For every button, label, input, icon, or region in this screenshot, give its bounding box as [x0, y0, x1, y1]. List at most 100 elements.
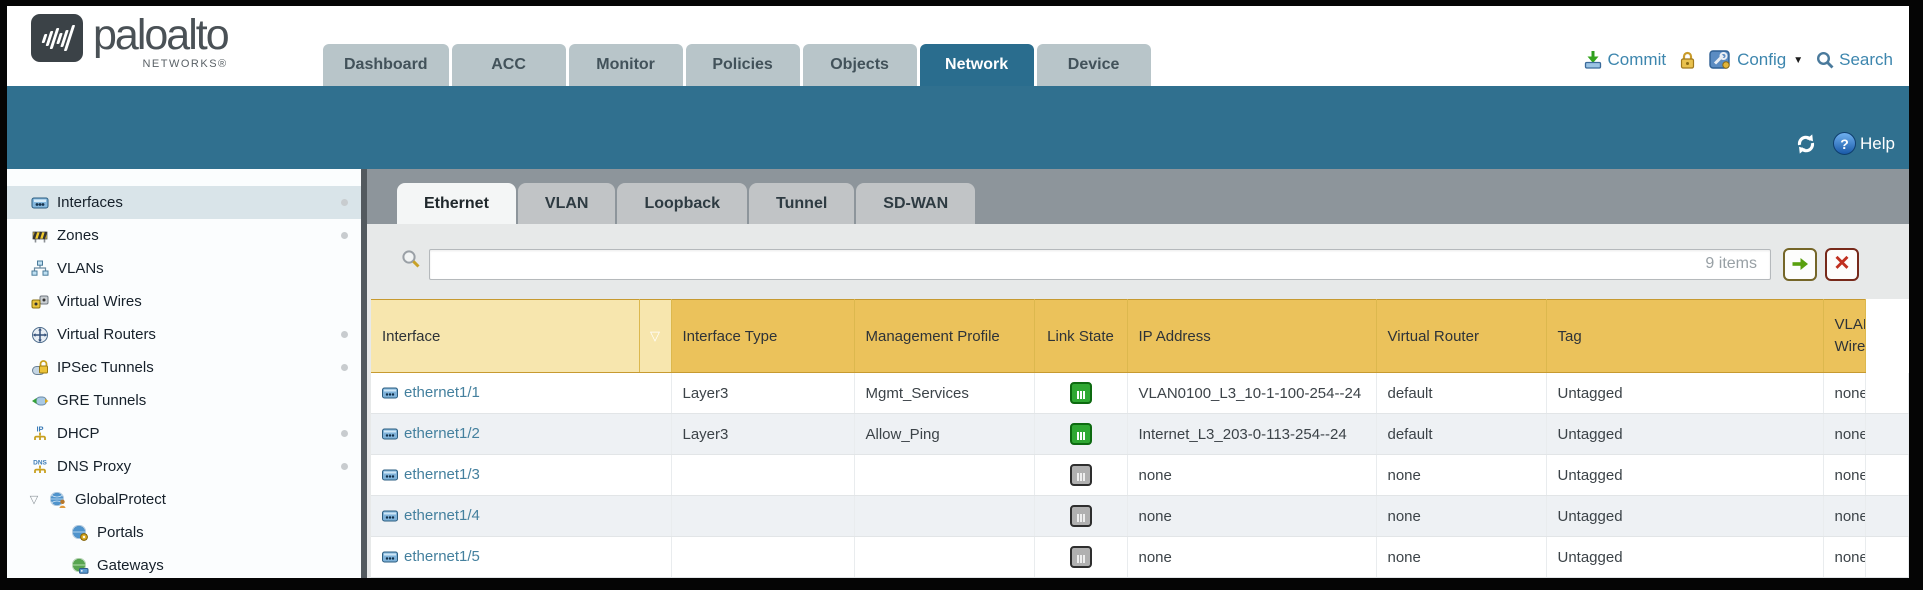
- ipsec-tunnels-icon: [31, 359, 49, 377]
- globalprotect-icon: [49, 491, 67, 509]
- tab-sdwan[interactable]: SD-WAN: [856, 183, 975, 224]
- interface-link[interactable]: ethernet1/3: [404, 466, 480, 483]
- filter-input[interactable]: [429, 249, 1771, 280]
- brand-name: paloalto: [93, 14, 228, 57]
- commit-button[interactable]: Commit: [1583, 50, 1667, 70]
- link-state-icon: [1070, 546, 1092, 568]
- content-panel: Ethernet VLAN Loopback Tunnel SD-WAN 9 i…: [367, 169, 1909, 578]
- paloalto-logo-icon: [31, 14, 83, 62]
- link-state-icon: [1070, 464, 1092, 486]
- table-row[interactable]: ethernet1/5 none none Untagged none: [371, 537, 1909, 578]
- refresh-icon[interactable]: [1795, 133, 1817, 155]
- sidebar-item-globalprotect[interactable]: ▽ GlobalProtect: [7, 483, 361, 516]
- item-dot: [341, 331, 348, 338]
- interface-link[interactable]: ethernet1/4: [404, 507, 480, 524]
- dns-proxy-icon: DNS: [31, 458, 49, 476]
- lock-icon[interactable]: [1679, 50, 1696, 70]
- item-dot: [341, 199, 348, 206]
- paloalto-logo: paloalto NETWORKS®: [31, 14, 228, 70]
- interface-link[interactable]: ethernet1/5: [404, 548, 480, 565]
- zones-icon: [31, 227, 49, 245]
- config-menu[interactable]: Config ▼: [1709, 50, 1803, 70]
- portals-icon: [71, 524, 89, 542]
- close-icon: ×: [1834, 249, 1849, 275]
- interface-icon: [382, 386, 398, 403]
- app-window: paloalto NETWORKS® Dashboard ACC Monitor…: [0, 0, 1923, 590]
- sidebar-item-gateways[interactable]: Gateways: [7, 549, 361, 578]
- clear-filter-button[interactable]: ×: [1825, 248, 1859, 281]
- table-row[interactable]: ethernet1/2 Layer3 Allow_Ping Internet_L…: [371, 414, 1909, 455]
- sidebar-item-gre-tunnels[interactable]: GRE Tunnels: [7, 384, 361, 417]
- virtual-wires-icon: [31, 293, 49, 311]
- search-button[interactable]: Search: [1816, 50, 1893, 70]
- col-virtual-router[interactable]: Virtual Router: [1376, 300, 1546, 373]
- brand-networks: NETWORKS®: [93, 59, 228, 70]
- col-vlan-virtual-wire[interactable]: VLAN / Virtual Wire: [1823, 300, 1866, 373]
- panel-splitter[interactable]: [361, 169, 367, 578]
- sidebar-item-dhcp[interactable]: IP DHCP: [7, 417, 361, 450]
- interface-link[interactable]: ethernet1/2: [404, 425, 480, 442]
- filter-search-icon: [401, 249, 421, 269]
- expander-icon[interactable]: ▽: [27, 493, 41, 506]
- interface-link[interactable]: ethernet1/1: [404, 384, 480, 401]
- col-link-state[interactable]: Link State: [1034, 300, 1127, 373]
- sidebar-item-interfaces[interactable]: Interfaces: [7, 186, 361, 219]
- link-state-icon: [1070, 423, 1092, 445]
- help-button[interactable]: ? Help: [1833, 132, 1895, 155]
- tab-policies[interactable]: Policies: [686, 44, 800, 86]
- tab-device[interactable]: Device: [1037, 44, 1151, 86]
- tab-ethernet[interactable]: Ethernet: [397, 183, 516, 224]
- interfaces-icon: [31, 194, 49, 212]
- top-utilities: Commit Config ▼ Search: [1583, 50, 1893, 70]
- svg-text:IP: IP: [36, 425, 43, 434]
- sidebar-item-zones[interactable]: Zones: [7, 219, 361, 252]
- sidebar-item-dns-proxy[interactable]: DNS DNS Proxy: [7, 450, 361, 483]
- tab-network[interactable]: Network: [920, 44, 1034, 86]
- table-row[interactable]: ethernet1/1 Layer3 Mgmt_Services VLAN010…: [371, 373, 1909, 414]
- tab-acc[interactable]: ACC: [452, 44, 566, 86]
- main-nav: Dashboard ACC Monitor Policies Objects N…: [323, 44, 1151, 86]
- sidebar-item-ipsec-tunnels[interactable]: IPSec Tunnels: [7, 351, 361, 384]
- sidebar: Interfaces Zones VLANs Virtual Wires Vir…: [7, 169, 361, 578]
- virtual-routers-icon: [31, 326, 49, 344]
- sidebar-item-portals[interactable]: Portals: [7, 516, 361, 549]
- config-icon: [1709, 50, 1732, 70]
- col-ip-address[interactable]: IP Address: [1127, 300, 1376, 373]
- items-count: 9 items: [1705, 255, 1757, 273]
- item-dot: [341, 430, 348, 437]
- table-row[interactable]: ethernet1/4 none none Untagged none: [371, 496, 1909, 537]
- col-interface-type[interactable]: Interface Type: [671, 300, 854, 373]
- gre-tunnels-icon: [31, 392, 49, 410]
- tab-objects[interactable]: Objects: [803, 44, 917, 86]
- interface-icon: [382, 509, 398, 526]
- interface-icon: [382, 427, 398, 444]
- sidebar-item-virtual-wires[interactable]: Virtual Wires: [7, 285, 361, 318]
- tab-loopback[interactable]: Loopback: [617, 183, 747, 224]
- table-row[interactable]: ethernet1/3 none none Untagged none: [371, 455, 1909, 496]
- link-state-icon: [1070, 382, 1092, 404]
- item-dot: [341, 463, 348, 470]
- sidebar-item-virtual-routers[interactable]: Virtual Routers: [7, 318, 361, 351]
- table-header-row: Interface ▽ Interface Type Management Pr…: [371, 300, 1909, 373]
- sidebar-item-vlans[interactable]: VLANs: [7, 252, 361, 285]
- item-dot: [341, 232, 348, 239]
- col-management-profile[interactable]: Management Profile: [854, 300, 1034, 373]
- tab-dashboard[interactable]: Dashboard: [323, 44, 449, 86]
- help-icon: ?: [1833, 132, 1856, 155]
- sort-indicator-icon[interactable]: ▽: [639, 300, 671, 373]
- interfaces-table: Interface ▽ Interface Type Management Pr…: [371, 299, 1909, 578]
- tab-tunnel[interactable]: Tunnel: [749, 183, 854, 224]
- tab-vlan[interactable]: VLAN: [518, 183, 616, 224]
- teal-bar: ? Help: [7, 86, 1909, 169]
- commit-icon: [1583, 50, 1603, 70]
- svg-text:DNS: DNS: [33, 459, 47, 466]
- link-state-icon: [1070, 505, 1092, 527]
- interface-icon: [382, 550, 398, 567]
- item-dot: [341, 364, 348, 371]
- col-tag[interactable]: Tag: [1546, 300, 1823, 373]
- top-bar: paloalto NETWORKS® Dashboard ACC Monitor…: [7, 6, 1909, 86]
- interface-tabs: Ethernet VLAN Loopback Tunnel SD-WAN: [367, 169, 1909, 224]
- apply-filter-button[interactable]: [1783, 248, 1817, 281]
- tab-monitor[interactable]: Monitor: [569, 44, 683, 86]
- col-interface[interactable]: Interface: [371, 300, 639, 373]
